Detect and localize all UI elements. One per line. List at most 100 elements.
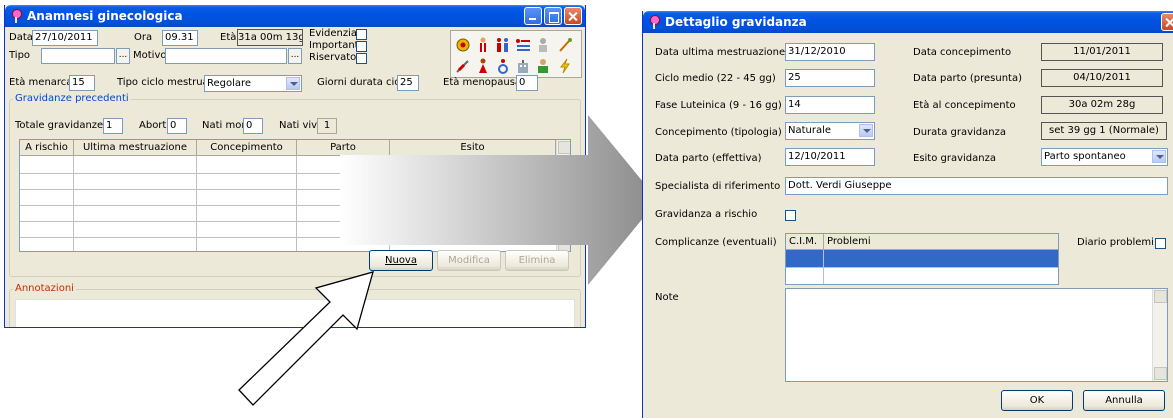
ciclo-medio-field[interactable]: 25 — [785, 69, 875, 87]
woman-icon[interactable] — [475, 58, 491, 74]
tipo-ciclo-select[interactable]: Regolare — [204, 75, 302, 92]
motivo-field[interactable] — [165, 48, 287, 64]
grey-gradient-arrow — [340, 115, 658, 285]
family-icon[interactable] — [495, 37, 511, 53]
riservato-checkbox[interactable] — [356, 53, 367, 64]
window-title: Anamnesi ginecologica — [27, 9, 183, 23]
data-parto-presunta-value: 04/10/2011 — [1041, 69, 1163, 87]
minimize-button[interactable] — [524, 7, 542, 25]
chevron-down-icon[interactable] — [286, 77, 300, 90]
complicanze-label: Complicanze (eventuali) — [655, 237, 777, 248]
note-textarea[interactable] — [785, 288, 1168, 382]
complicanze-table[interactable]: C.I.M. Problemi — [785, 233, 1059, 285]
giorni-field[interactable]: 25 — [397, 75, 419, 91]
close-button[interactable] — [564, 7, 582, 25]
fase-luteinica-label: Fase Luteinica (9 - 16 gg) — [655, 100, 782, 111]
lightning-icon[interactable] — [557, 58, 573, 74]
aborti-label: Aborti — [139, 120, 170, 131]
icon-toolbar — [450, 30, 582, 78]
riservato-label: Riservato — [309, 52, 357, 63]
fase-luteinica-field[interactable]: 14 — [785, 96, 875, 114]
doctor-icon[interactable] — [475, 37, 491, 53]
chevron-down-icon[interactable] — [1152, 150, 1166, 163]
col-cim[interactable]: C.I.M. — [786, 234, 824, 250]
app-icon — [647, 15, 661, 29]
ora-field[interactable]: 09.31 — [162, 30, 198, 46]
totale-field[interactable]: 1 — [103, 118, 123, 134]
parto-effettiva-field[interactable]: 12/10/2011 — [785, 148, 875, 166]
nati-vivi-label: Nati vivi — [279, 120, 320, 131]
dialog-title: Dettaglio gravidanza — [665, 15, 807, 29]
importante-checkbox[interactable] — [356, 41, 367, 52]
ciclo-medio-label: Ciclo medio (22 - 45 gg) — [655, 73, 776, 84]
tipo-ciclo-value: Regolare — [207, 78, 252, 89]
syringe-icon[interactable] — [455, 58, 471, 74]
concepimento-tipologia-select[interactable]: Naturale — [785, 122, 875, 140]
diario-checkbox[interactable] — [1155, 238, 1166, 249]
building-icon[interactable] — [515, 58, 531, 74]
concepimento-tipologia-value: Naturale — [788, 125, 832, 136]
eta-concepimento-label: Età al concepimento — [913, 100, 1016, 111]
col-concepimento[interactable]: Concepimento — [197, 140, 297, 156]
data-label: Data — [9, 32, 33, 43]
tipo-browse-button[interactable]: ... — [116, 48, 130, 64]
ultima-mestruazione-field[interactable]: 31/12/2010 — [785, 43, 875, 61]
nati-vivi-value: 1 — [317, 118, 337, 134]
outline-arrow — [238, 271, 374, 406]
note-label: Note — [655, 292, 679, 303]
aborti-field[interactable]: 0 — [167, 118, 187, 134]
col-ultima-mestruazione[interactable]: Ultima mestruazione — [74, 140, 197, 156]
ok-button[interactable]: OK — [1001, 390, 1073, 411]
annulla-button[interactable]: Annulla — [1083, 390, 1165, 411]
eta-menopausa-field[interactable]: 0 — [516, 75, 538, 91]
eta-concepimento-value: 30a 02m 28g — [1041, 96, 1163, 114]
note-scrollbar[interactable] — [1152, 289, 1167, 381]
eta-menopausa-label: Età menopausa — [443, 77, 522, 88]
scroll-up-arrow[interactable] — [1154, 290, 1167, 303]
ora-label: Ora — [134, 32, 153, 43]
dettaglio-titlebar[interactable]: Dettaglio gravidanza — [643, 11, 1173, 33]
data-concepimento-label: Data concepimento — [913, 47, 1012, 58]
tipo-field[interactable] — [41, 48, 115, 64]
pipette-icon[interactable] — [557, 37, 573, 53]
app-icon — [9, 9, 23, 23]
motivo-browse-button[interactable]: ... — [288, 48, 302, 64]
eta-menarca-field[interactable]: 15 — [69, 75, 95, 91]
motivo-label: Motivo — [133, 50, 167, 61]
durata-gravidanza-value: set 39 gg 1 (Normale) — [1041, 122, 1167, 140]
user-green-icon[interactable] — [535, 58, 551, 74]
diario-label: Diario problemi — [1077, 237, 1154, 248]
data-parto-presunta-label: Data parto (presunta) — [913, 73, 1022, 84]
data-concepimento-value: 11/01/2011 — [1041, 43, 1163, 61]
anamnesi-titlebar[interactable]: Anamnesi ginecologica — [5, 5, 585, 27]
eta-menarca-label: Età menarca — [9, 77, 73, 88]
dettaglio-window: Dettaglio gravidanza Data ultima mestrua… — [642, 11, 1173, 418]
chevron-down-icon[interactable] — [859, 124, 873, 137]
specialista-field[interactable]: Dott. Verdi Giuseppe — [785, 177, 1168, 195]
col-problemi[interactable]: Problemi — [824, 234, 1058, 250]
list-icon[interactable] — [515, 37, 531, 53]
eta-value: 31a 00m 13g — [237, 29, 303, 46]
data-field[interactable]: 27/10/2011 — [32, 30, 98, 46]
person-grey-icon[interactable] — [535, 37, 551, 53]
medal-icon[interactable] — [455, 37, 471, 53]
maximize-button[interactable] — [544, 7, 562, 25]
specialista-label: Specialista di riferimento — [655, 181, 781, 192]
tipo-label: Tipo — [9, 50, 31, 61]
giorni-label: Giorni durata ciclo — [317, 77, 409, 88]
gravidanza-rischio-label: Gravidanza a rischio — [655, 209, 758, 220]
annotazioni-title: Annotazioni — [13, 283, 76, 294]
eta-label: Età — [220, 32, 237, 43]
scroll-down-arrow[interactable] — [1154, 367, 1167, 380]
col-a-rischio[interactable]: A rischio — [20, 140, 74, 156]
gravidanza-rischio-checkbox[interactable] — [785, 210, 796, 221]
esito-gravidanza-label: Esito gravidanza — [913, 153, 996, 164]
evidenzia-checkbox[interactable] — [356, 29, 367, 40]
concepimento-tipologia-label: Concepimento (tipologia) — [655, 127, 782, 138]
wheelchair-icon[interactable] — [495, 58, 511, 74]
esito-gravidanza-select[interactable]: Parto spontaneo — [1041, 148, 1168, 166]
durata-gravidanza-label: Durata gravidanza — [913, 127, 1006, 138]
selected-row[interactable] — [786, 250, 1058, 267]
nati-morti-field[interactable]: 0 — [243, 118, 263, 134]
close-button[interactable] — [1161, 13, 1173, 31]
